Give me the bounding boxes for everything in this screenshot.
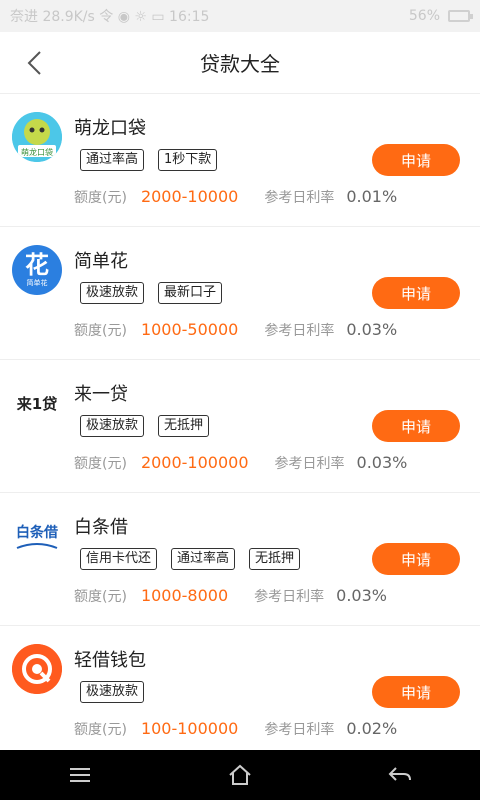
loan-logo-subtext: 简单花 — [26, 279, 48, 287]
rate-value: 0.03% — [346, 320, 398, 339]
loan-tag: 信用卡代还 — [80, 548, 158, 570]
menu-icon — [70, 768, 90, 782]
status-bar: 奈进 28.9K/s 令 ◉ ☼ ▭ 16:15 56% — [0, 0, 480, 32]
loan-item[interactable]: 花 简单花 简单花 极速放款 最新口子 申请 额度(元) 1000-50000 … — [0, 227, 480, 360]
loan-logo-text: 萌龙口袋 — [21, 148, 53, 157]
amount-value: 2000-100000 — [140, 453, 249, 472]
apply-button[interactable]: 申请 — [372, 277, 460, 309]
loan-item[interactable]: 来1贷 来一贷 极速放款 无抵押 申请 额度(元) 2000-100000 参考… — [0, 360, 480, 493]
apply-button[interactable]: 申请 — [372, 543, 460, 575]
amount-label: 额度(元) — [74, 323, 127, 339]
status-left-text: 奈进 28.9K/s 令 ◉ ☼ ▭ 16:15 — [10, 9, 210, 25]
amount-label: 额度(元) — [74, 456, 127, 472]
loan-name: 来一贷 — [74, 384, 128, 405]
loan-tag: 极速放款 — [80, 282, 145, 304]
rate-value: 0.03% — [356, 453, 408, 472]
loan-tag: 通过率高 — [80, 149, 145, 171]
loan-tag: 极速放款 — [80, 415, 145, 437]
loan-logo: 萌龙口袋 — [12, 112, 62, 162]
amount-label: 额度(元) — [74, 589, 127, 605]
rate-value: 0.01% — [346, 187, 398, 206]
loan-logo-text: 花 — [25, 251, 49, 279]
loan-tag: 无抵押 — [158, 415, 210, 437]
loan-name: 轻借钱包 — [74, 650, 146, 671]
loan-logo: 来1贷 — [12, 378, 62, 428]
loan-logo: 白条借 — [12, 511, 62, 561]
loan-logo-text: 来1贷 — [16, 394, 58, 413]
loan-tag: 最新口子 — [158, 282, 223, 304]
loan-name: 白条借 — [74, 517, 128, 538]
apply-button[interactable]: 申请 — [372, 676, 460, 708]
menu-button[interactable] — [60, 755, 100, 795]
amount-value: 2000-10000 — [140, 187, 239, 206]
app-header: 贷款大全 — [0, 32, 480, 94]
loan-item[interactable]: 白条借 白条借 信用卡代还 通过率高 无抵押 申请 额度(元) 1000-800… — [0, 493, 480, 626]
rate-label: 参考日利率 — [264, 190, 335, 206]
loan-tag: 极速放款 — [80, 681, 145, 703]
rate-label: 参考日利率 — [254, 589, 325, 605]
loan-logo: 花 简单花 — [12, 245, 62, 295]
page-title: 贷款大全 — [200, 52, 280, 76]
home-icon — [229, 764, 251, 785]
loan-tag: 无抵押 — [249, 548, 301, 570]
loan-item[interactable]: 萌龙口袋 萌龙口袋 通过率高 1秒下款 申请 额度(元) 2000-10000 … — [0, 94, 480, 227]
loan-list: 萌龙口袋 萌龙口袋 通过率高 1秒下款 申请 额度(元) 2000-10000 … — [0, 94, 480, 759]
loan-logo — [12, 644, 62, 694]
back-button[interactable] — [22, 48, 50, 78]
apply-button[interactable]: 申请 — [372, 410, 460, 442]
apply-button[interactable]: 申请 — [372, 144, 460, 176]
logo-swoosh-icon — [16, 543, 58, 549]
amount-label: 额度(元) — [74, 190, 127, 206]
system-nav-bar — [0, 750, 480, 800]
loan-item[interactable]: 轻借钱包 极速放款 申请 额度(元) 100-100000 参考日利率 0.02… — [0, 626, 480, 759]
amount-value: 100-100000 — [140, 719, 239, 738]
loan-logo-text: 白条借 — [16, 525, 58, 541]
amount-label: 额度(元) — [74, 722, 127, 738]
rate-value: 0.03% — [336, 586, 387, 605]
rate-value: 0.02% — [346, 719, 398, 738]
amount-value: 1000-8000 — [140, 586, 229, 605]
back-arrow-icon — [388, 767, 411, 781]
battery-icon — [448, 10, 473, 22]
amount-value: 1000-50000 — [140, 320, 239, 339]
chevron-left-icon — [27, 51, 41, 75]
home-button[interactable] — [220, 755, 260, 795]
rate-label: 参考日利率 — [264, 323, 335, 339]
rate-label: 参考日利率 — [264, 722, 335, 738]
loan-name: 萌龙口袋 — [74, 118, 146, 139]
loan-name: 简单花 — [74, 251, 128, 272]
battery-percent: 56% — [408, 8, 440, 24]
loan-tag: 1秒下款 — [158, 149, 218, 171]
loan-tag: 通过率高 — [171, 548, 236, 570]
back-nav-button[interactable] — [380, 755, 420, 795]
wallet-logo-icon — [12, 644, 62, 694]
rate-label: 参考日利率 — [274, 456, 345, 472]
